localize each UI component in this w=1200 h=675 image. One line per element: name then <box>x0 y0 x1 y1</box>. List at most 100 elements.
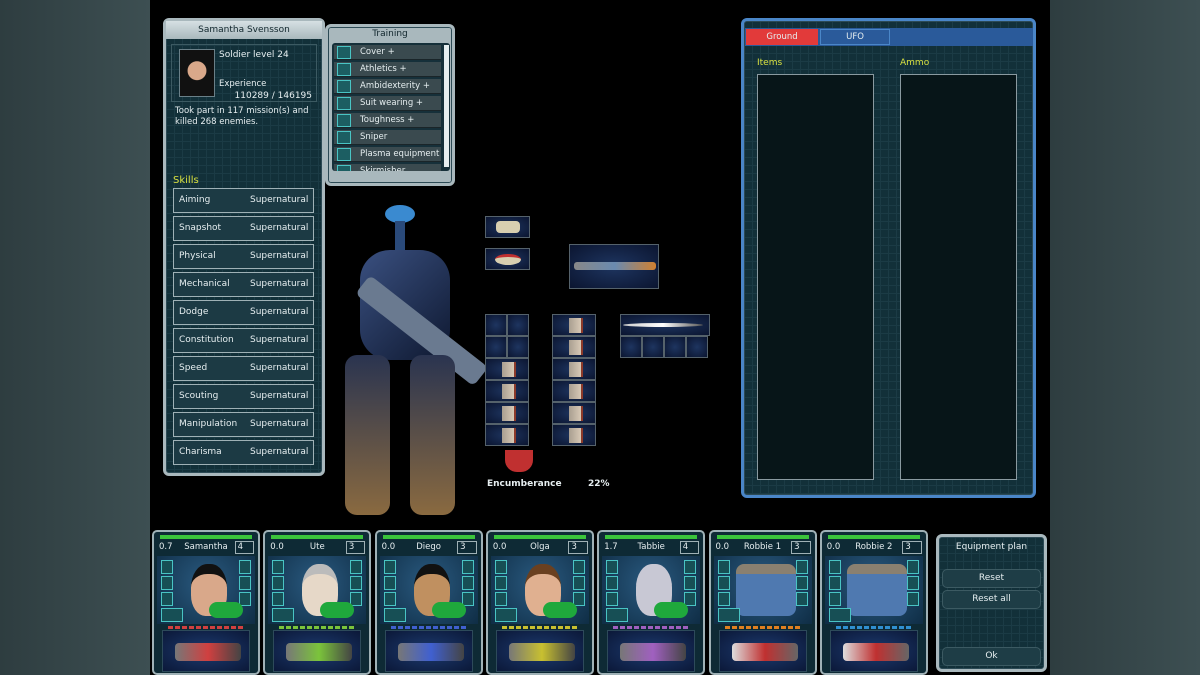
ability-icon <box>383 608 406 622</box>
skill-row: Physical Supernatural <box>173 244 314 269</box>
training-item[interactable]: Sniper <box>334 130 441 145</box>
inventory-slot[interactable] <box>507 314 529 336</box>
squad-member-card[interactable]: 0.0 Robbie 23 <box>819 530 928 675</box>
ability-icon <box>494 608 517 622</box>
stat-icon <box>161 592 173 606</box>
squad-member-card[interactable]: 0.0 Robbie 13 <box>708 530 817 675</box>
skill-value: Supernatural <box>250 223 309 233</box>
member-portrait <box>713 556 812 624</box>
ammo-clip-slot[interactable] <box>552 314 596 336</box>
training-icon <box>795 560 808 574</box>
skill-row: Manipulation Supernatural <box>173 412 314 437</box>
health-bar <box>605 535 698 539</box>
visibility-icon <box>542 602 577 618</box>
equipped-weapon <box>162 630 250 672</box>
ammo-clip-slot[interactable] <box>552 336 596 358</box>
training-item[interactable]: Skirmisher <box>334 164 441 171</box>
equipped-weapon <box>384 630 473 672</box>
skill-row: Dodge Supernatural <box>173 300 314 325</box>
stat-icon <box>717 560 730 574</box>
melee-weapon-slot[interactable] <box>620 314 710 336</box>
skill-value: Supernatural <box>250 195 309 205</box>
rank-badge: 3 <box>457 541 477 554</box>
inventory-slot[interactable] <box>664 336 686 358</box>
reset-button[interactable]: Reset <box>942 569 1041 588</box>
training-icon <box>572 560 585 574</box>
skill-name: Charisma <box>179 447 222 457</box>
training-title: Training <box>372 29 408 39</box>
ammo-clip-slot[interactable] <box>485 358 529 380</box>
health-bar <box>716 535 809 539</box>
ammo-clip-slot[interactable] <box>552 358 596 380</box>
stat-icon <box>494 560 507 574</box>
equipped-weapon <box>829 630 918 672</box>
squad-member-card[interactable]: 0.7 Samantha 4 <box>152 530 260 675</box>
training-item[interactable]: Ambidexterity + <box>334 79 441 94</box>
tab-ground[interactable]: Ground <box>746 29 818 45</box>
training-icon <box>461 560 474 574</box>
training-item[interactable]: Athletics + <box>334 62 441 77</box>
skill-value: Supernatural <box>250 251 309 261</box>
skill-row: Scouting Supernatural <box>173 384 314 409</box>
skill-name: Manipulation <box>179 419 238 429</box>
stat-icon <box>161 576 173 590</box>
ammo-label: Ammo <box>900 58 930 68</box>
skill-value: Supernatural <box>250 419 309 429</box>
color-stripe <box>501 626 578 629</box>
training-item[interactable]: Toughness + <box>334 113 441 128</box>
skill-name: Snapshot <box>179 223 222 233</box>
training-scrollbar[interactable] <box>444 45 449 167</box>
ammo-clip-slot[interactable] <box>485 380 529 402</box>
training-item[interactable]: Suit wearing + <box>334 96 441 111</box>
left-backdrop <box>0 0 150 675</box>
equipment-plan-panel: Equipment plan Reset Reset all Ok <box>936 534 1047 672</box>
training-item[interactable]: Plasma equipment <box>334 147 441 162</box>
inventory-slot[interactable] <box>620 336 642 358</box>
main-weapon-slot[interactable] <box>569 244 659 289</box>
rank-badge: 3 <box>345 541 366 554</box>
member-portrait <box>157 556 255 624</box>
soldier-info-panel: Samantha Svensson Soldier level 24 Exper… <box>163 18 325 476</box>
color-stripe <box>279 626 356 629</box>
training-icon <box>906 592 919 606</box>
skill-value: Supernatural <box>250 447 309 457</box>
inventory-slot[interactable] <box>642 336 664 358</box>
skill-row: Mechanical Supernatural <box>173 272 314 297</box>
ok-button[interactable]: Ok <box>942 647 1041 666</box>
inventory-slot[interactable] <box>686 336 708 358</box>
squad-member-card[interactable]: 0.0 Olga 3 <box>485 530 594 675</box>
equipped-weapon <box>718 630 807 672</box>
training-icon <box>795 592 808 606</box>
inventory-slot[interactable] <box>485 314 507 336</box>
training-icon <box>239 560 251 574</box>
ammo-clip-slot[interactable] <box>485 424 529 446</box>
training-icon <box>350 576 363 590</box>
ammo-clip-slot[interactable] <box>552 380 596 402</box>
items-list[interactable] <box>757 74 874 480</box>
stat-icon <box>828 576 841 590</box>
inventory-slot[interactable] <box>485 336 507 358</box>
squad-member-card[interactable]: 1.7 Tabbie 4 <box>597 530 706 675</box>
armor-slot[interactable] <box>485 216 530 238</box>
inventory-slot[interactable] <box>507 336 529 358</box>
ammo-clip-slot[interactable] <box>552 424 596 446</box>
equipped-weapon <box>607 630 696 672</box>
ammo-clip-slot[interactable] <box>485 402 529 424</box>
training-list[interactable]: Cover + Athletics + Ambidexterity + Suit we… <box>332 43 450 171</box>
member-portrait <box>379 556 478 624</box>
skill-row: Aiming Supernatural <box>173 188 314 213</box>
training-item[interactable]: Cover + <box>334 45 441 60</box>
skill-name: Mechanical <box>179 279 230 289</box>
training-icon <box>684 576 697 590</box>
ammo-list[interactable] <box>900 74 1017 480</box>
squad-member-card[interactable]: 0.0 Ute 3 <box>263 530 372 675</box>
color-stripe <box>168 626 244 629</box>
reset-all-button[interactable]: Reset all <box>942 590 1041 609</box>
skill-value: Supernatural <box>250 363 309 373</box>
squad-member-card[interactable]: 0.0 Diego 3 <box>374 530 483 675</box>
ammo-clip-slot[interactable] <box>552 402 596 424</box>
visibility-icon <box>654 602 689 618</box>
helmet-slot[interactable] <box>485 248 530 270</box>
tab-ufo[interactable]: UFO <box>820 29 890 45</box>
equipped-weapon <box>495 630 584 672</box>
